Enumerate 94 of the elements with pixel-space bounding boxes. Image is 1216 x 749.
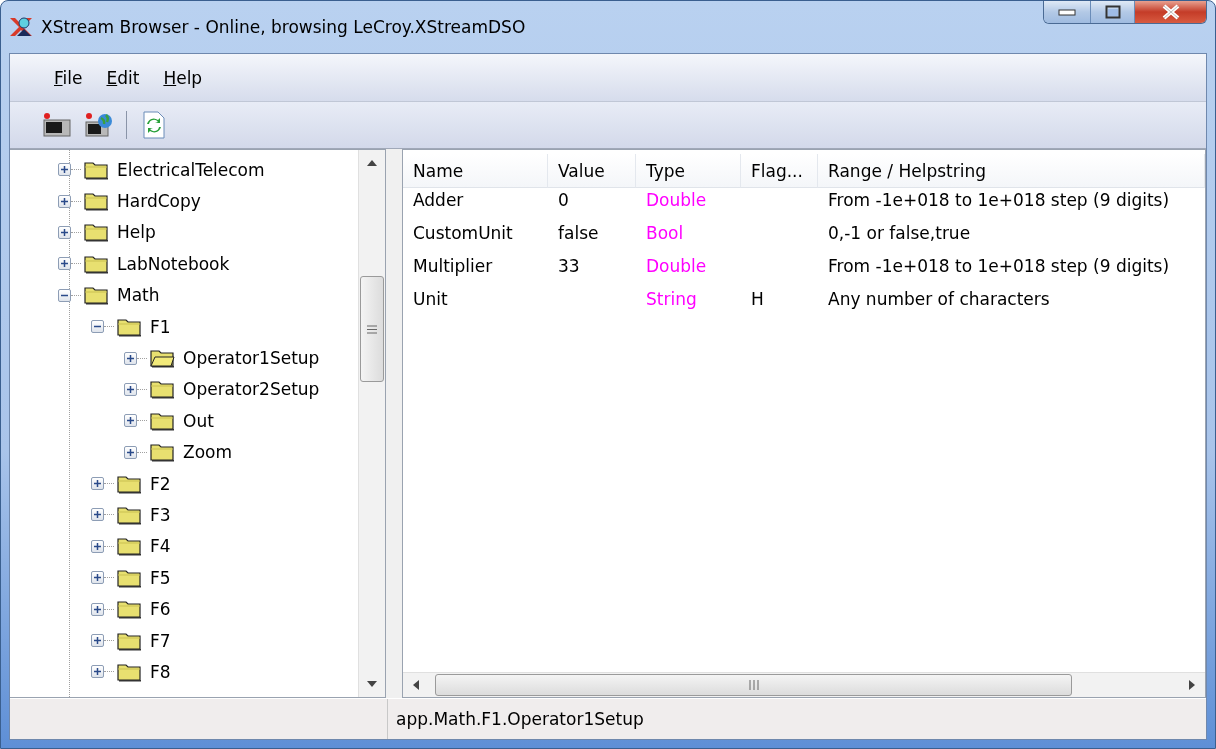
expand-button[interactable] — [58, 257, 71, 271]
tree-item[interactable]: Operator1Setup — [181, 347, 322, 370]
plus-icon — [126, 353, 135, 363]
plus-icon — [93, 636, 102, 646]
table-cell-text: Bool — [645, 221, 685, 245]
column-header[interactable]: Range / Helpstring — [818, 154, 1205, 188]
tree-item[interactable]: Operator2Setup — [181, 378, 322, 401]
tree-item[interactable]: F8 — [148, 660, 173, 683]
expand-button[interactable] — [58, 225, 71, 239]
plus-icon — [93, 479, 102, 489]
scrollbar-thumb[interactable] — [435, 674, 1072, 696]
tree-item[interactable]: F7 — [148, 629, 173, 652]
tree-item[interactable]: F1 — [148, 315, 173, 338]
minimize-button[interactable] — [1044, 1, 1090, 23]
expand-button[interactable] — [58, 194, 71, 208]
plus-icon — [60, 165, 69, 175]
table-cell-text: Adder — [412, 188, 465, 212]
tree-item[interactable]: LabNotebook — [115, 252, 232, 275]
scroll-down-icon[interactable] — [367, 681, 377, 687]
expand-button[interactable] — [124, 414, 137, 428]
table-cell-text: From -1e+018 to 1e+018 step (9 digits) — [827, 188, 1171, 212]
tree-item[interactable]: Math — [115, 284, 162, 307]
menu-item[interactable]: Help — [155, 63, 211, 92]
table-cell-text: From -1e+018 to 1e+018 step (9 digits) — [827, 254, 1171, 278]
column-header[interactable]: Value — [548, 154, 636, 188]
expand-button[interactable] — [91, 602, 104, 616]
menu-item[interactable]: File — [46, 63, 91, 92]
vertical-scrollbar[interactable] — [358, 150, 385, 697]
close-icon — [1160, 4, 1181, 20]
plus-icon — [126, 416, 135, 426]
plus-icon — [60, 227, 69, 237]
status-text: app.Math.F1.Operator1Setup — [396, 709, 645, 729]
expand-button[interactable] — [91, 665, 104, 679]
column-header[interactable]: Flag... — [741, 154, 818, 188]
table-cell-text: 0,-1 or false,true — [827, 221, 972, 245]
plus-icon — [93, 541, 102, 551]
table-cell-text: H — [750, 287, 765, 311]
table-cell-text: Unit — [412, 287, 449, 311]
collapse-button[interactable] — [91, 320, 104, 334]
expand-button[interactable] — [91, 477, 104, 491]
plus-icon — [93, 510, 102, 520]
app-logo-icon — [9, 16, 33, 38]
grip-icon — [748, 680, 759, 690]
close-button[interactable] — [1134, 1, 1206, 23]
tree-item[interactable]: F3 — [148, 504, 173, 526]
tree-item[interactable]: ElectricalTelecom — [115, 158, 267, 181]
tree-item[interactable]: HardCopy — [115, 190, 203, 213]
menu-item[interactable]: Edit — [98, 63, 148, 92]
plus-icon — [93, 667, 102, 677]
table-cell-text: 33 — [557, 254, 581, 278]
table-cell-text: Any number of characters — [827, 287, 1051, 311]
plus-icon — [126, 384, 135, 394]
tree-item[interactable]: F2 — [148, 472, 173, 495]
column-header[interactable]: Name — [403, 154, 548, 188]
plus-icon — [60, 196, 69, 206]
expand-button[interactable] — [124, 351, 137, 365]
plus-icon — [93, 573, 102, 583]
oscilloscope-button[interactable] — [42, 110, 72, 140]
scroll-right-icon[interactable] — [1189, 680, 1195, 690]
expand-button[interactable] — [124, 445, 137, 459]
maximize-icon — [1104, 5, 1121, 19]
plus-icon — [93, 604, 102, 614]
expand-button[interactable] — [91, 634, 104, 648]
expand-button[interactable] — [91, 571, 104, 585]
table-cell-text: 0 — [557, 188, 570, 212]
tree-item[interactable]: F5 — [148, 566, 173, 589]
tree-item[interactable]: F4 — [148, 535, 173, 558]
scroll-left-icon[interactable] — [413, 680, 419, 690]
expand-button[interactable] — [58, 163, 71, 177]
tree-item[interactable]: Zoom — [181, 441, 234, 464]
table-cell-text: Double — [645, 188, 708, 212]
maximize-button[interactable] — [1090, 1, 1134, 23]
table-cell-text: Double — [645, 254, 708, 278]
expand-button[interactable] — [91, 508, 104, 522]
column-header[interactable]: Type — [636, 154, 741, 188]
expand-button[interactable] — [124, 382, 137, 396]
tree-item[interactable]: Help — [115, 221, 158, 244]
horizontal-scrollbar[interactable] — [403, 672, 1205, 697]
collapse-button[interactable] — [58, 288, 71, 302]
tree-item[interactable]: Out — [181, 409, 216, 432]
oscilloscope-globe-button[interactable] — [84, 110, 114, 140]
grip-icon — [367, 324, 377, 334]
tree-item[interactable]: F6 — [148, 598, 173, 621]
plus-icon — [60, 259, 69, 269]
table-cell-text: Multiplier — [412, 254, 494, 278]
expand-button[interactable] — [91, 539, 104, 553]
plus-icon — [126, 447, 135, 457]
table-cell-text: CustomUnit — [412, 221, 514, 245]
table-cell-text: false — [557, 221, 600, 245]
minimize-icon — [1058, 8, 1076, 16]
window-title: XStream Browser - Online, browsing LeCroy.XStreamDSO — [41, 17, 527, 37]
table-cell-text: String — [645, 287, 698, 311]
scrollbar-thumb[interactable] — [360, 276, 384, 382]
scroll-up-icon[interactable] — [367, 160, 377, 166]
